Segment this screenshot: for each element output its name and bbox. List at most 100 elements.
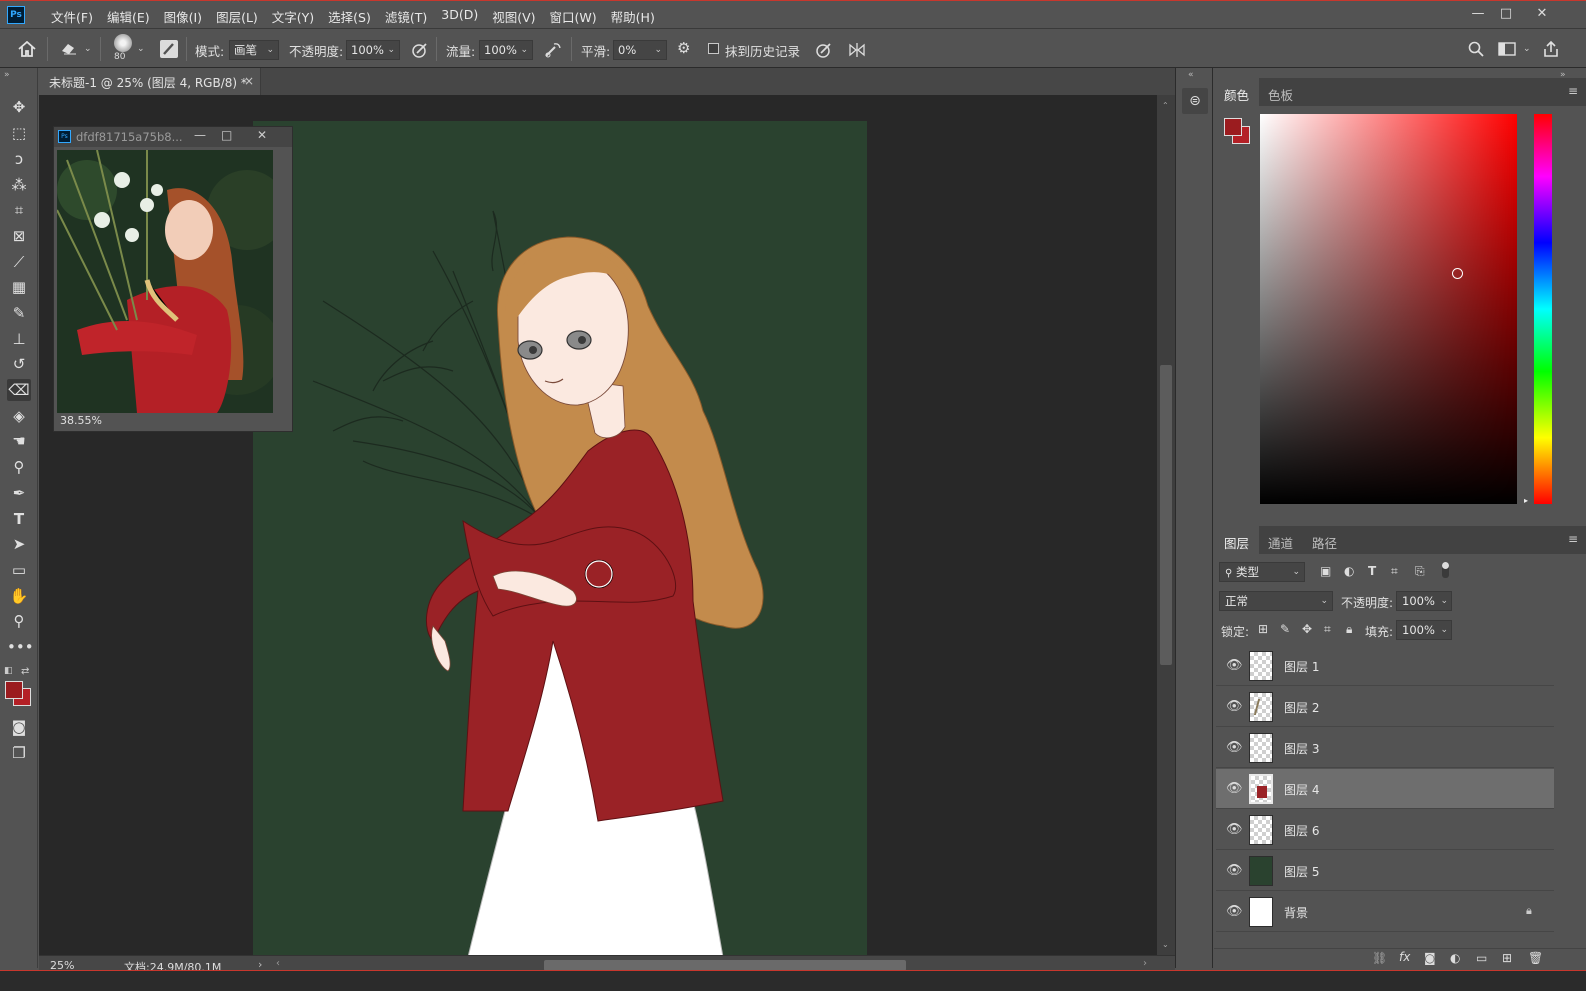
scroll-left-icon[interactable]: ‹ <box>276 958 280 969</box>
chevron-down-icon[interactable]: ⌄ <box>1523 44 1531 54</box>
menu-item[interactable]: 图像(I) <box>157 7 209 26</box>
chevron-down-icon[interactable]: ⌄ <box>84 44 92 54</box>
opacity-input[interactable]: 100% ⌄ <box>346 40 400 60</box>
fx-icon[interactable]: fx <box>1399 950 1410 964</box>
gear-icon[interactable]: ⚙ <box>677 41 690 56</box>
color-picker-marker[interactable] <box>1452 268 1463 279</box>
new-group-icon[interactable]: ▭ <box>1476 951 1487 965</box>
eye-icon[interactable]: 👁︎ <box>1226 659 1243 673</box>
layer-row[interactable]: 👁︎ 图层 1 <box>1216 646 1554 686</box>
layer-filter-select[interactable]: ⚲ 类型 ⌄ <box>1219 562 1305 582</box>
menu-item[interactable]: 编辑(E) <box>100 7 157 26</box>
foreground-color-swatch[interactable] <box>1224 118 1242 136</box>
properties-panel-icon[interactable]: ⊜ <box>1182 88 1208 114</box>
brush-settings-icon[interactable] <box>160 40 178 58</box>
home-icon[interactable] <box>18 40 36 60</box>
menu-item[interactable]: 选择(S) <box>321 7 378 26</box>
lock-position-icon[interactable]: ✥ <box>1302 622 1312 636</box>
link-layers-icon[interactable]: ⛓ <box>1372 951 1387 965</box>
lock-transparent-icon[interactable]: ⊞ <box>1258 622 1268 636</box>
layer-row[interactable]: 👁︎ 图层 3 <box>1216 728 1554 768</box>
type-filter-icon[interactable]: T <box>1368 564 1376 578</box>
lock-all-icon[interactable]: 🔒︎ <box>1346 622 1352 637</box>
hue-slider-handle-icon[interactable]: ▸ <box>1524 496 1528 505</box>
menu-item[interactable]: 视图(V) <box>485 7 542 26</box>
erase-history-checkbox[interactable] <box>708 43 719 54</box>
clone-stamp-tool-icon[interactable]: ⊥ <box>7 328 31 350</box>
eye-icon[interactable]: 👁︎ <box>1226 741 1243 755</box>
menu-item[interactable]: 滤镜(T) <box>378 7 434 26</box>
vertical-scrollbar[interactable]: ⌃ ⌄ <box>1157 95 1175 955</box>
frame-tool-icon[interactable]: ⊠ <box>7 225 31 247</box>
move-tool-icon[interactable]: ✥ <box>7 96 31 118</box>
chevron-down-icon[interactable]: ⌄ <box>137 44 145 54</box>
share-icon[interactable] <box>1543 40 1559 61</box>
layer-row[interactable]: 👁︎ 图层 4 <box>1216 769 1554 809</box>
default-colors-icon[interactable]: ◧ <box>4 666 13 676</box>
healing-brush-tool-icon[interactable]: ▦ <box>7 276 31 298</box>
smudge-tool-icon[interactable]: ☚ <box>7 430 31 452</box>
eye-icon[interactable]: 👁︎ <box>1226 864 1243 878</box>
document-canvas[interactable] <box>253 121 867 957</box>
swap-colors-icon[interactable]: ⇄ <box>21 666 29 677</box>
collapse-dock-icon[interactable]: « <box>1188 70 1194 80</box>
eraser-tool-icon[interactable]: ⌫ <box>7 379 31 401</box>
magic-wand-tool-icon[interactable]: ⁂ <box>7 174 31 196</box>
fill-input[interactable]: 100% ⌄ <box>1396 620 1452 640</box>
hand-tool-icon[interactable]: ✋ <box>7 585 31 607</box>
smoothing-input[interactable]: 0% ⌄ <box>613 40 667 60</box>
eyedropper-tool-icon[interactable]: ⟋ <box>7 251 31 273</box>
tab-layers[interactable]: 图层 <box>1214 526 1260 554</box>
quick-mask-icon[interactable]: ◙ <box>7 716 31 738</box>
mode-select[interactable]: 画笔 ⌄ <box>229 40 279 60</box>
delete-layer-icon[interactable]: 🗑︎ <box>1528 951 1543 965</box>
vertical-scroll-thumb[interactable] <box>1160 365 1172 665</box>
menu-item[interactable]: 文字(Y) <box>265 7 321 26</box>
pressure-size-icon[interactable] <box>815 41 833 62</box>
crop-tool-icon[interactable]: ⌗ <box>7 199 31 221</box>
menu-item[interactable]: 3D(D) <box>434 7 485 26</box>
tab-swatches[interactable]: 色板 <box>1258 78 1303 106</box>
path-selection-tool-icon[interactable]: ➤ <box>7 533 31 555</box>
scroll-up-icon[interactable]: ⌃ <box>1162 101 1169 110</box>
foreground-color-swatch[interactable] <box>5 681 23 699</box>
paint-bucket-tool-icon[interactable]: ◈ <box>7 405 31 427</box>
symmetry-icon[interactable] <box>847 41 867 62</box>
maximize-icon[interactable]: □ <box>1490 4 1522 24</box>
rectangle-tool-icon[interactable]: ▭ <box>7 559 31 581</box>
hue-slider[interactable] <box>1534 114 1552 504</box>
collapse-toolbar-icon[interactable]: » <box>4 70 10 80</box>
eye-icon[interactable]: 👁︎ <box>1226 905 1243 919</box>
layer-opacity-input[interactable]: 100% ⌄ <box>1396 591 1452 611</box>
more-tools-icon[interactable]: ••• <box>7 636 34 658</box>
filter-toggle[interactable] <box>1442 562 1449 578</box>
close-icon[interactable]: ✕ <box>1526 4 1558 24</box>
panel-menu-icon[interactable]: ≡ <box>1568 532 1578 546</box>
tab-paths[interactable]: 路径 <box>1302 526 1347 554</box>
scroll-right-icon[interactable]: › <box>1143 958 1147 969</box>
flow-input[interactable]: 100% ⌄ <box>479 40 533 60</box>
tab-color[interactable]: 颜色 <box>1214 78 1260 106</box>
layer-row[interactable]: 👁︎ 图层 6 <box>1216 810 1554 850</box>
zoom-tool-icon[interactable]: ⚲ <box>7 610 31 632</box>
lock-artboard-icon[interactable]: ⌗ <box>1324 622 1331 637</box>
history-brush-tool-icon[interactable]: ↺ <box>7 353 31 375</box>
screen-mode-icon[interactable]: ❐ <box>7 742 31 764</box>
reference-image-window[interactable]: Ps dfdf81715a75b8... — □ ✕ 38.55% <box>53 126 293 432</box>
dodge-tool-icon[interactable]: ⚲ <box>7 456 31 478</box>
layer-row[interactable]: 👁︎ 背景 🔒︎ <box>1216 892 1554 932</box>
lasso-tool-icon[interactable]: ↄ <box>7 148 31 170</box>
marquee-tool-icon[interactable]: ⬚ <box>7 122 31 144</box>
search-icon[interactable] <box>1468 41 1484 60</box>
brush-preset-icon[interactable] <box>114 34 132 52</box>
smart-object-filter-icon[interactable]: ⎘ <box>1415 564 1425 579</box>
type-tool-icon[interactable]: T <box>7 508 31 530</box>
menu-item[interactable]: 窗口(W) <box>543 7 604 26</box>
workspace-icon[interactable] <box>1498 41 1516 60</box>
close-icon[interactable]: ✕ <box>257 128 267 142</box>
pen-tool-icon[interactable]: ✒ <box>7 482 31 504</box>
eraser-tool-icon[interactable] <box>60 41 78 58</box>
shape-filter-icon[interactable]: ⌗ <box>1391 564 1398 579</box>
menu-item[interactable]: 文件(F) <box>44 7 100 26</box>
eye-icon[interactable]: 👁︎ <box>1226 700 1243 714</box>
